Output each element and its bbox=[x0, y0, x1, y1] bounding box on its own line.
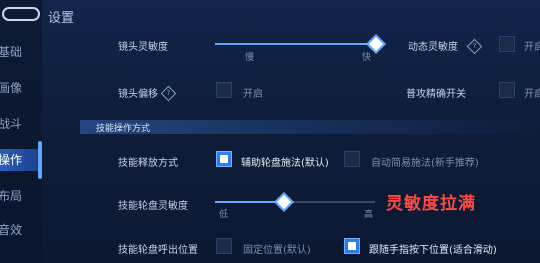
sidebar-item-basic[interactable]: 基础 bbox=[0, 41, 42, 63]
sidebar-item-label: 画像 bbox=[0, 81, 23, 95]
camera-sensitivity-slider[interactable] bbox=[215, 43, 375, 45]
fixed-position-radio[interactable] bbox=[216, 238, 232, 254]
page-title: 设置 bbox=[48, 11, 75, 26]
camera-offset-label: 镜头偏移 bbox=[118, 89, 158, 100]
camera-sensitivity-fill bbox=[215, 43, 375, 45]
normal-attack-precision-checkbox[interactable] bbox=[499, 82, 515, 98]
assist-wheel-option-label: 辅助轮盘施法(默认) bbox=[241, 158, 329, 169]
auto-simple-radio[interactable] bbox=[344, 151, 360, 167]
sidebar-item-label: 音效 bbox=[0, 223, 23, 237]
fixed-position-option-label: 固定位置(默认) bbox=[243, 245, 311, 256]
dynamic-sensitivity-checkbox[interactable] bbox=[499, 36, 515, 52]
section-header: 技能操作方式 bbox=[80, 120, 540, 134]
section-title: 技能操作方式 bbox=[96, 124, 151, 134]
sidebar-item-label: 操作 bbox=[0, 153, 23, 167]
dynamic-sensitivity-state: 开启 bbox=[524, 42, 540, 53]
skill-wheel-position-label: 技能轮盘呼出位置 bbox=[118, 245, 198, 256]
camera-sensitivity-max: 快 bbox=[362, 53, 372, 63]
sidebar-item-label: 战斗 bbox=[0, 117, 23, 131]
sidebar-item-label: 基础 bbox=[0, 45, 23, 59]
follow-finger-option-label: 跟随手指按下位置(适合滑动) bbox=[369, 245, 497, 256]
dynamic-sensitivity-label: 动态灵敏度 bbox=[408, 42, 458, 53]
skill-wheel-sensitivity-fill bbox=[215, 201, 279, 203]
skill-release-label: 技能释放方式 bbox=[118, 158, 178, 169]
sidebar-item-controls[interactable]: 操作 bbox=[0, 149, 42, 171]
sidebar-item-portrait[interactable]: 画像 bbox=[0, 77, 42, 99]
normal-attack-precision-label: 普攻精确开关 bbox=[406, 89, 466, 100]
camera-offset-state: 开启 bbox=[243, 89, 263, 100]
sidebar-item-sound[interactable]: 音效 bbox=[0, 219, 42, 241]
back-icon[interactable] bbox=[2, 7, 40, 21]
sidebar-item-label: 布局 bbox=[0, 189, 23, 203]
active-indicator bbox=[38, 141, 42, 179]
auto-simple-option-label: 自动简易施法(新手推荐) bbox=[371, 158, 479, 169]
camera-offset-checkbox[interactable] bbox=[216, 82, 232, 98]
annotation-text: 灵敏度拉满 bbox=[386, 194, 476, 214]
skill-wheel-sensitivity-slider[interactable] bbox=[215, 201, 375, 203]
assist-wheel-radio[interactable] bbox=[216, 151, 232, 167]
skill-wheel-sensitivity-max: 高 bbox=[364, 210, 374, 220]
skill-wheel-sensitivity-min: 低 bbox=[219, 210, 229, 220]
sidebar: 基础 画像 战斗 操作 布局 音效 bbox=[0, 0, 42, 263]
normal-attack-precision-state: 开启 bbox=[524, 89, 540, 100]
skill-wheel-sensitivity-label: 技能轮盘灵敏度 bbox=[118, 201, 188, 212]
sidebar-item-layout[interactable]: 布局 bbox=[0, 185, 42, 207]
camera-sensitivity-min: 慢 bbox=[245, 53, 255, 63]
camera-sensitivity-label: 镜头灵敏度 bbox=[118, 42, 168, 53]
sidebar-item-battle[interactable]: 战斗 bbox=[0, 113, 42, 135]
follow-finger-radio[interactable] bbox=[344, 238, 360, 254]
